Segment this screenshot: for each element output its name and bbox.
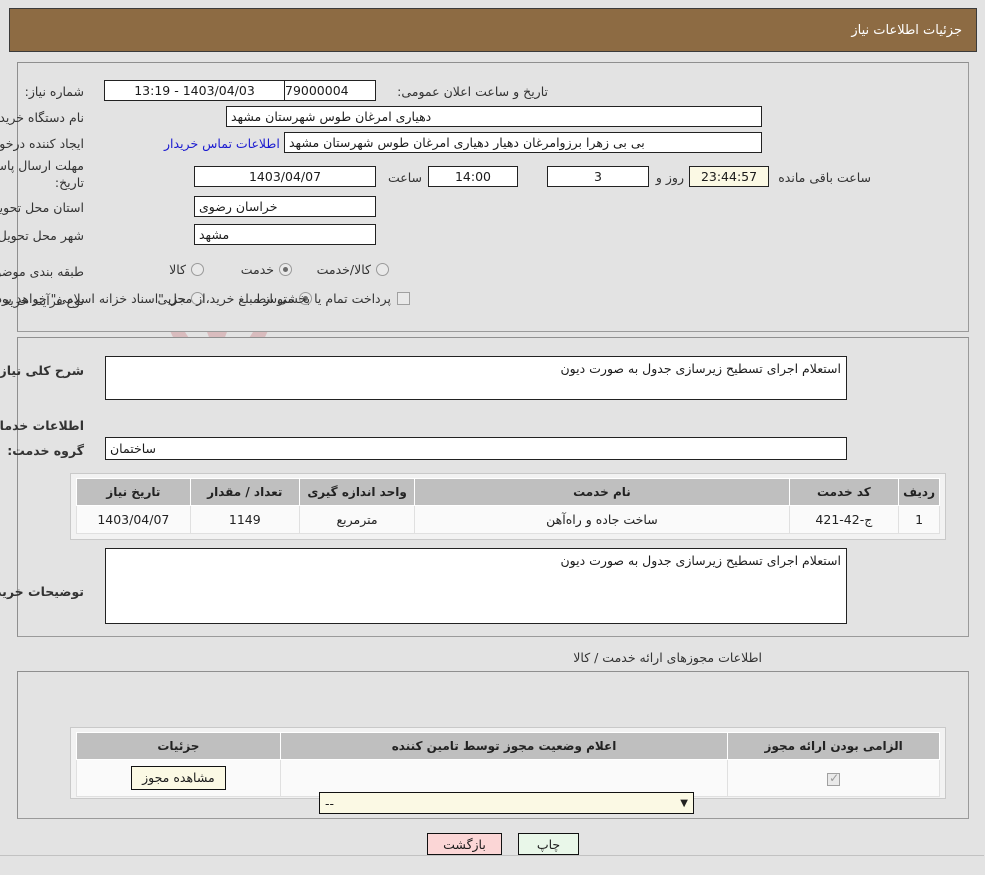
page-title: جزئیات اطلاعات نیاز bbox=[852, 22, 963, 38]
col-service-code: کد خدمت bbox=[789, 478, 901, 506]
treasury-bond-checkbox-row[interactable]: پرداخت تمام یا بخشی از مبلغ خرید،از محل … bbox=[0, 291, 411, 306]
radio-khedmat[interactable] bbox=[280, 263, 293, 276]
province-value: خراسان رضوی bbox=[195, 196, 377, 217]
permits-table-header-row: الزامی بودن ارائه مجوز اعلام وضعیت مجوز … bbox=[77, 732, 941, 760]
service-group-value: ساختمان bbox=[106, 437, 848, 460]
radio-kala[interactable] bbox=[192, 263, 205, 276]
deadline-label: مهلت ارسال پاسخ: تا تاریخ: bbox=[0, 158, 85, 190]
cell-permit-details: مشاهده مجوز bbox=[77, 759, 282, 797]
announce-datetime-value: 1403/04/03 - 13:19 bbox=[105, 80, 286, 101]
buyer-notes-label: توضیحات خریدار: bbox=[0, 584, 85, 599]
permit-status-selected-value: -- bbox=[326, 795, 336, 811]
buyer-notes-textarea[interactable] bbox=[106, 548, 848, 624]
col-unit: واحد اندازه گیری bbox=[299, 478, 417, 506]
col-need-date: تاریخ نیاز bbox=[77, 478, 192, 506]
creator-value: بی بی زهرا برزوامرغان دهیار دهیاری امرغا… bbox=[285, 132, 763, 153]
category-option-khedmat[interactable]: خدمت bbox=[242, 262, 293, 277]
general-description-textarea[interactable] bbox=[106, 356, 848, 400]
cell-service-code: ج-42-421 bbox=[789, 505, 901, 534]
category-option-label: خدمت bbox=[241, 262, 275, 277]
need-number-label: شماره نیاز: bbox=[25, 84, 85, 99]
cell-service-name: ساخت جاده و راه‌آهن bbox=[415, 505, 791, 534]
cell-radif: 1 bbox=[899, 505, 941, 534]
buyer-org-value: دهیاری امرغان طوس شهرستان مشهد bbox=[227, 106, 763, 127]
category-option-kala[interactable]: کالا bbox=[170, 262, 205, 277]
treasury-bond-label: پرداخت تمام یا بخشی از مبلغ خرید،از محل … bbox=[0, 291, 392, 306]
category-option-label: کالا/خدمت bbox=[317, 262, 372, 277]
city-value: مشهد bbox=[195, 224, 377, 245]
treasury-bond-checkbox[interactable] bbox=[398, 292, 411, 305]
col-radif: ردیف bbox=[899, 478, 941, 506]
print-button[interactable]: چاپ bbox=[519, 833, 580, 855]
permits-table: الزامی بودن ارائه مجوز اعلام وضعیت مجوز … bbox=[77, 732, 941, 797]
city-label: شهر محل تحویل: bbox=[0, 228, 85, 243]
services-section-heading: اطلاعات خدمات مورد نیاز bbox=[0, 418, 85, 433]
category-label: طبقه بندی موضوعی: bbox=[0, 264, 85, 279]
permit-status-select[interactable]: ▼ -- bbox=[320, 792, 695, 814]
permit-required-checkbox bbox=[828, 771, 842, 786]
deadline-date-value: 1403/04/07 bbox=[195, 166, 377, 187]
cell-permit-status bbox=[280, 759, 730, 797]
col-service-name: نام خدمت bbox=[415, 478, 791, 506]
chevron-down-icon: ▼ bbox=[681, 797, 689, 809]
table-row: 1 ج-42-421 ساخت جاده و راه‌آهن مترمربع 1… bbox=[77, 505, 941, 534]
radio-kala-khedmat[interactable] bbox=[377, 263, 390, 276]
col-permit-required: الزامی بودن ارائه مجوز bbox=[728, 732, 941, 760]
cell-unit: مترمربع bbox=[299, 505, 417, 534]
deadline-time-label: ساعت bbox=[388, 170, 423, 185]
col-quantity: تعداد / مقدار bbox=[190, 478, 301, 506]
category-option-label: کالا bbox=[170, 262, 187, 277]
services-table-header-row: ردیف کد خدمت نام خدمت واحد اندازه گیری ت… bbox=[77, 478, 941, 506]
remaining-hours-label: ساعت باقی مانده bbox=[779, 170, 872, 185]
service-group-label: گروه خدمت: bbox=[8, 443, 85, 458]
category-option-kala-khedmat[interactable]: کالا/خدمت bbox=[318, 262, 390, 277]
cell-quantity: 1149 bbox=[190, 505, 301, 534]
remaining-days-value: 3 bbox=[548, 166, 650, 187]
days-label: روز و bbox=[656, 170, 685, 185]
creator-label: ایجاد کننده درخواست: bbox=[0, 136, 85, 151]
countdown-value: 23:44:57 bbox=[690, 166, 770, 187]
buyer-org-label: نام دستگاه خریدار: bbox=[0, 110, 85, 125]
page-header: جزئیات اطلاعات نیاز bbox=[10, 8, 978, 52]
col-permit-details: جزئیات bbox=[77, 732, 282, 760]
col-permit-status: اعلام وضعیت مجوز توسط تامین کننده bbox=[280, 732, 730, 760]
cell-permit-required bbox=[728, 759, 941, 797]
table-row: مشاهده مجوز bbox=[77, 759, 941, 797]
general-description-label: شرح کلی نیاز: bbox=[0, 363, 85, 378]
deadline-time-value: 14:00 bbox=[429, 166, 519, 187]
footer-divider bbox=[0, 855, 985, 856]
view-permit-button[interactable]: مشاهده مجوز bbox=[132, 766, 227, 790]
buyer-contact-link[interactable]: اطلاعات تماس خریدار bbox=[165, 136, 281, 151]
services-table: ردیف کد خدمت نام خدمت واحد اندازه گیری ت… bbox=[77, 478, 941, 534]
province-label: استان محل تحویل: bbox=[0, 200, 85, 215]
permits-section-title: اطلاعات مجوزهای ارائه خدمت / کالا bbox=[574, 650, 763, 665]
cell-need-date: 1403/04/07 bbox=[77, 505, 192, 534]
back-button[interactable]: بازگشت bbox=[428, 833, 503, 855]
announce-datetime-label: تاریخ و ساعت اعلان عمومی: bbox=[398, 84, 549, 99]
